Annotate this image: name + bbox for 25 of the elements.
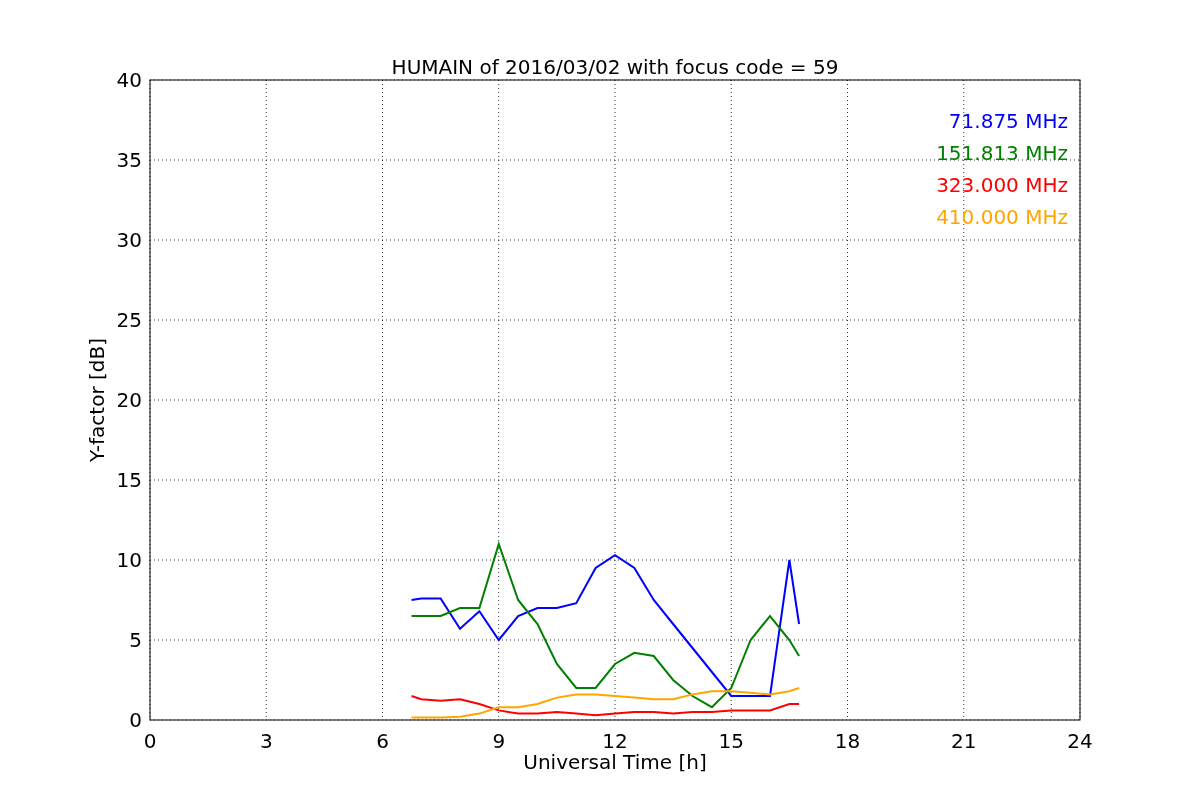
axis-label: Y-factor [dB]	[85, 338, 109, 462]
tick-label: 12	[602, 729, 628, 753]
tick-label: 15	[116, 468, 142, 492]
tick-label: 40	[116, 68, 142, 92]
tick-label: 6	[376, 729, 389, 753]
tick-label: 20	[116, 388, 142, 412]
tick-label: 24	[1067, 729, 1093, 753]
legend-label: 410.000 MHz	[936, 205, 1068, 229]
legend-label: 151.813 MHz	[936, 141, 1068, 165]
tick-label: 25	[116, 308, 142, 332]
tick-label: 30	[116, 228, 142, 252]
tick-label: 18	[834, 729, 861, 753]
chart-title: HUMAIN of 2016/03/02 with focus code = 59	[391, 55, 839, 79]
tick-label: 3	[259, 729, 273, 753]
legend-label: 323.000 MHz	[936, 173, 1068, 197]
tick-label: 10	[116, 548, 142, 572]
tick-label: 0	[129, 708, 142, 732]
tick-label: 0	[143, 729, 157, 753]
tick-label: 5	[129, 628, 142, 652]
tick-label: 21	[951, 729, 977, 753]
tick-label: 35	[116, 148, 142, 172]
tick-label: 15	[718, 729, 744, 753]
tick-label: 9	[492, 729, 506, 753]
legend-label: 71.875 MHz	[948, 109, 1068, 133]
axis-label: Universal Time [h]	[523, 750, 707, 774]
